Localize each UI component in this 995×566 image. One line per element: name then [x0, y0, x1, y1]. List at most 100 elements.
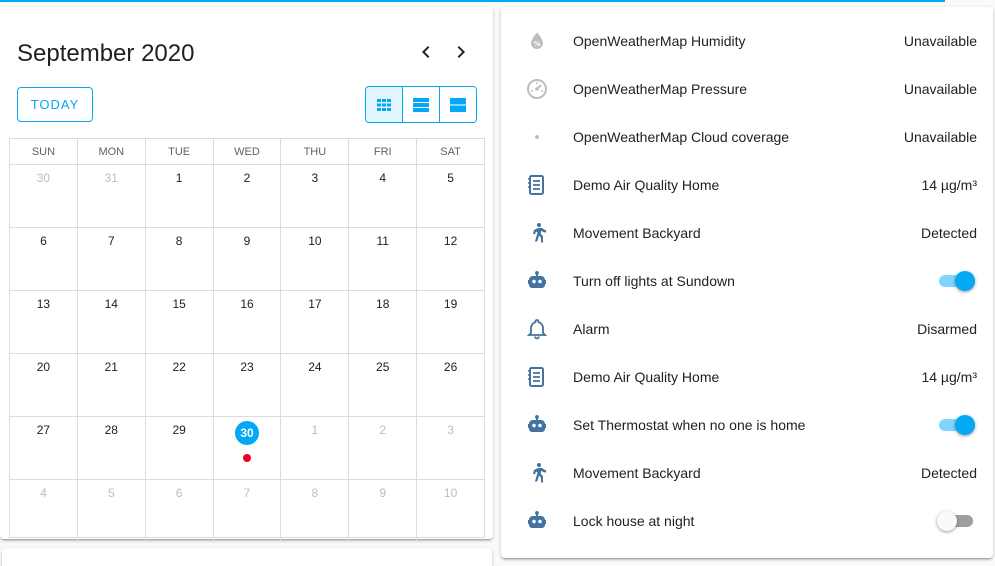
day-number: 27: [36, 423, 51, 437]
next-month-button[interactable]: [449, 40, 473, 64]
automation-toggle[interactable]: [937, 511, 973, 531]
day-number: 31: [104, 171, 118, 185]
calendar-day-today[interactable]: 30: [212, 417, 281, 479]
calendar-week-row: 13 14 15 16 17 18 19: [10, 291, 484, 354]
calendar-day[interactable]: 15: [144, 291, 213, 353]
entity-name: Turn off lights at Sundown: [573, 273, 735, 289]
calendar-day[interactable]: 19: [416, 291, 484, 353]
weekday-label: THU: [280, 139, 348, 164]
day-number: 3: [311, 171, 319, 185]
calendar-day[interactable]: 24: [280, 354, 348, 416]
calendar-day[interactable]: 9: [348, 480, 416, 542]
day-number: 8: [175, 234, 183, 248]
entity-name: OpenWeatherMap Humidity: [573, 33, 746, 49]
entity-row[interactable]: Movement Backyard Detected: [501, 209, 993, 257]
entity-row[interactable]: Demo Air Quality Home 14 µg/m³: [501, 161, 993, 209]
entity-row[interactable]: Turn off lights at Sundown: [501, 257, 993, 305]
calendar-day[interactable]: 5: [76, 480, 145, 542]
automation-toggle[interactable]: [939, 271, 975, 291]
calendar-day[interactable]: 9: [212, 228, 281, 290]
entity-name: OpenWeatherMap Cloud coverage: [573, 129, 790, 145]
calendar-day[interactable]: 11: [348, 228, 416, 290]
week-view-button[interactable]: [402, 87, 439, 122]
svg-text:%: %: [533, 40, 540, 48]
calendar-week-row: 30 31 1 2 3 4 5: [10, 165, 484, 228]
entity-row[interactable]: Lock house at night: [501, 497, 993, 545]
calendar-day[interactable]: 31: [76, 165, 145, 227]
calendar-day[interactable]: 2: [348, 417, 416, 479]
calendar-day[interactable]: 6: [10, 228, 77, 290]
entity-state: Disarmed: [917, 321, 977, 337]
calendar-day[interactable]: 18: [348, 291, 416, 353]
calendar-grid: SUN MON TUE WED THU FRI SAT 30 31 1 2 3 4 5 6 7 8…: [9, 138, 485, 542]
calendar-day[interactable]: 2: [212, 165, 281, 227]
calendar-day[interactable]: 17: [280, 291, 348, 353]
toggle-thumb: [955, 415, 975, 435]
calendar-day[interactable]: 12: [416, 228, 484, 290]
entity-state: 14 µg/m³: [921, 177, 977, 193]
entity-row[interactable]: % OpenWeatherMap Humidity Unavailable: [501, 17, 993, 65]
today-button[interactable]: TODAY: [17, 87, 93, 122]
calendar-day[interactable]: 1: [280, 417, 348, 479]
entity-row[interactable]: Set Thermostat when no one is home: [501, 401, 993, 449]
calendar-day[interactable]: 30: [10, 165, 77, 227]
calendar-day[interactable]: 29: [144, 417, 213, 479]
automation-toggle[interactable]: [939, 415, 975, 435]
calendar-day[interactable]: 4: [348, 165, 416, 227]
calendar-day[interactable]: 27: [10, 417, 77, 479]
calendar-day[interactable]: 1: [144, 165, 213, 227]
weekday-label: TUE: [144, 139, 213, 164]
calendar-day[interactable]: 3: [280, 165, 348, 227]
day-number: 19: [443, 297, 458, 311]
entity-name: Demo Air Quality Home: [573, 369, 720, 385]
air-quality-icon: [523, 363, 551, 391]
weekday-label: SUN: [31, 146, 56, 158]
calendar-day[interactable]: 10: [280, 228, 348, 290]
bell-icon: [523, 315, 551, 343]
calendar-day[interactable]: 6: [144, 480, 213, 542]
day-number: 12: [443, 234, 458, 248]
calendar-day[interactable]: 10: [416, 480, 484, 542]
calendar-day[interactable]: 4: [10, 480, 77, 542]
weekday-label: FRI: [348, 139, 416, 164]
entity-row[interactable]: Alarm Disarmed: [501, 305, 993, 353]
calendar-day[interactable]: 8: [280, 480, 348, 542]
calendar-day[interactable]: 3: [416, 417, 484, 479]
day-number: 28: [104, 423, 118, 437]
day-view-button[interactable]: [439, 87, 476, 122]
weekday-header: SUN MON TUE WED THU FRI SAT: [10, 139, 484, 165]
calendar-day[interactable]: 7: [212, 480, 281, 542]
calendar-day[interactable]: 13: [10, 291, 77, 353]
calendar-day[interactable]: 22: [144, 354, 213, 416]
day-number: 3: [447, 423, 454, 437]
calendar-day[interactable]: 26: [416, 354, 484, 416]
calendar-week-row: 4 5 6 7 8 9 10: [10, 480, 484, 542]
calendar-day[interactable]: 20: [10, 354, 77, 416]
entity-row[interactable]: OpenWeatherMap Cloud coverage Unavailable: [501, 113, 993, 161]
day-number: 23: [240, 360, 254, 374]
day-number: 9: [243, 234, 251, 248]
entity-name: Movement Backyard: [573, 465, 701, 481]
calendar-day[interactable]: 25: [348, 354, 416, 416]
previous-month-button[interactable]: [414, 40, 438, 64]
calendar-day[interactable]: 5: [416, 165, 484, 227]
day-number: 5: [107, 486, 115, 500]
calendar-day[interactable]: 21: [76, 354, 145, 416]
chevron-left-icon: [422, 46, 430, 58]
event-dot[interactable]: [243, 454, 251, 462]
entity-row[interactable]: Movement Backyard Detected: [501, 449, 993, 497]
month-view-button[interactable]: [366, 87, 402, 122]
calendar-day[interactable]: 28: [76, 417, 145, 479]
calendar-day[interactable]: 14: [76, 291, 145, 353]
calendar-day[interactable]: 16: [212, 291, 281, 353]
day-number: 20: [36, 360, 51, 374]
calendar-day[interactable]: 7: [76, 228, 145, 290]
day-number: 22: [172, 360, 186, 374]
entity-name: Set Thermostat when no one is home: [573, 417, 806, 433]
entity-row[interactable]: Demo Air Quality Home 14 µg/m³: [501, 353, 993, 401]
calendar-day[interactable]: 23: [212, 354, 281, 416]
calendar-day[interactable]: 8: [144, 228, 213, 290]
entity-row[interactable]: OpenWeatherMap Pressure Unavailable: [501, 65, 993, 113]
day-number: 30: [36, 171, 51, 185]
calendar-title: September 2020: [17, 40, 195, 67]
